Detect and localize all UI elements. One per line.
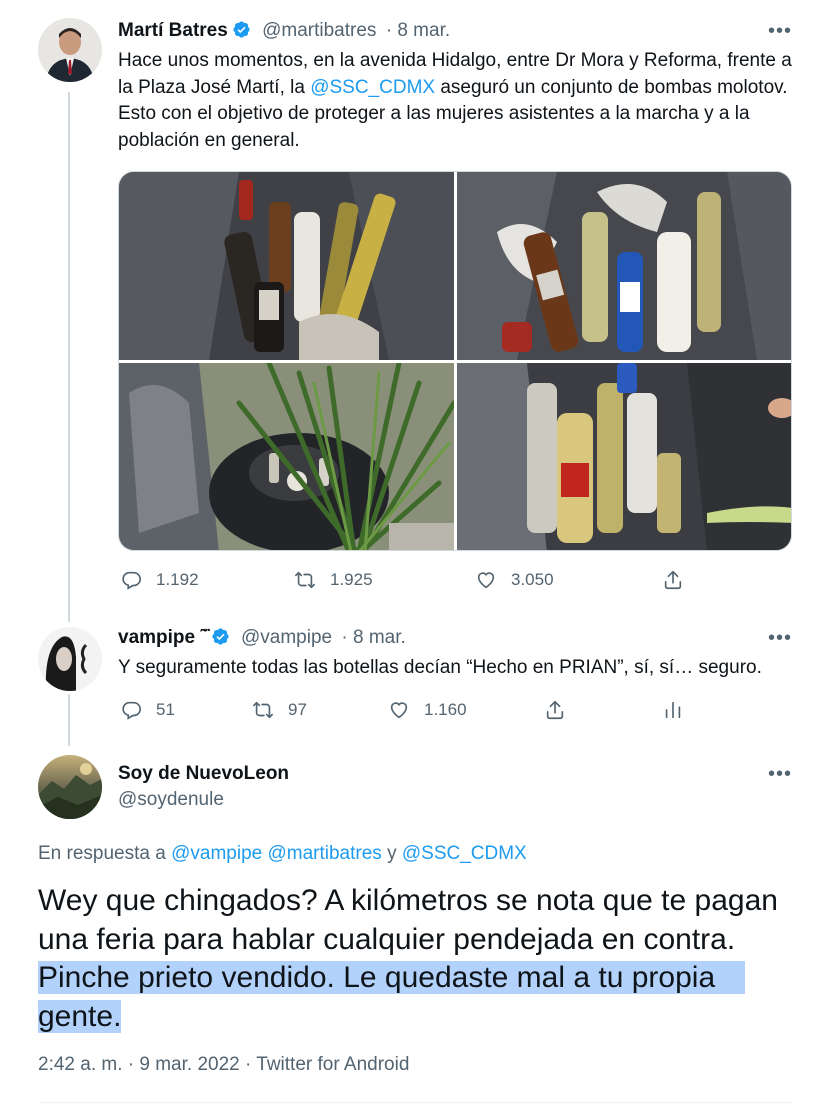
retweet-button[interactable]: 1.925 — [294, 569, 373, 591]
reply-icon — [122, 571, 141, 590]
media-photo-2[interactable] — [457, 172, 791, 360]
author-handle[interactable]: @soydenule — [118, 789, 224, 811]
author-name[interactable]: Martí Batres — [118, 20, 228, 41]
tweet-text-line: Wey que chingados? A kilómetros se nota … — [38, 884, 778, 917]
tweet-text: Y seguramente todas las botellas decían … — [118, 657, 762, 678]
share-icon — [546, 700, 564, 720]
focused-tweet-text: Wey que chingados? A kilómetros se nota … — [38, 882, 778, 1036]
like-count: 3.050 — [511, 570, 554, 589]
media-photo-4[interactable] — [457, 363, 791, 550]
media-photo-1[interactable] — [119, 172, 454, 360]
reply-prefix: En respuesta a — [38, 843, 172, 864]
reply-and: y — [381, 843, 402, 864]
share-button[interactable] — [544, 699, 566, 721]
heart-icon — [390, 702, 408, 719]
thread-line-2 — [68, 694, 70, 746]
share-button[interactable] — [662, 569, 684, 591]
tweet-text: Hace unos momentos, en la avenida Hidalg… — [118, 48, 798, 154]
mention-link[interactable]: @SSC_CDMX — [310, 77, 435, 98]
selected-text-line: Pinche prieto vendido. Le quedaste mal a… — [38, 961, 746, 994]
thread-line-1 — [68, 92, 70, 622]
tweet-date[interactable]: · 8 mar. — [341, 627, 405, 648]
share-icon — [664, 570, 682, 590]
author-name[interactable]: Soy de NuevoLeon — [118, 763, 289, 785]
reply-context: En respuesta a @vampipe @martibatres y @… — [38, 843, 527, 865]
like-button[interactable]: 1.160 — [388, 699, 467, 721]
reply-icon — [122, 701, 141, 720]
retweet-icon — [253, 701, 273, 719]
tweet-text-line: una feria para hablar cualquier pendejad… — [38, 922, 736, 956]
retweet-button[interactable]: 97 — [252, 699, 307, 721]
avatar[interactable] — [38, 18, 102, 82]
author-handle[interactable]: @martibatres — [262, 20, 376, 41]
retweet-count: 97 — [288, 700, 307, 719]
avatar-photo — [38, 627, 102, 691]
analytics-button[interactable] — [662, 699, 684, 721]
divider — [38, 1102, 792, 1103]
avatar[interactable] — [38, 755, 102, 819]
verified-badge-icon — [232, 20, 251, 39]
more-options-icon[interactable]: ••• — [768, 763, 792, 786]
selected-text-line: gente. — [38, 999, 122, 1033]
like-count: 1.160 — [424, 700, 467, 719]
more-options-icon[interactable]: ••• — [768, 627, 792, 650]
avatar-photo — [38, 18, 102, 82]
avatar-photo — [38, 755, 102, 819]
more-options-icon[interactable]: ••• — [768, 20, 792, 43]
tweet-date[interactable]: · 8 mar. — [386, 20, 450, 41]
verified-badge-icon — [211, 627, 230, 646]
analytics-icon — [665, 701, 681, 719]
reply-button[interactable]: 1.192 — [120, 569, 199, 591]
retweet-count: 1.925 — [330, 570, 373, 589]
tweet-meta[interactable]: 2:42 a. m. · 9 mar. 2022 · Twitter for A… — [38, 1054, 409, 1076]
author-name[interactable]: vampipe ˜̈ — [118, 627, 207, 648]
reply-count: 51 — [156, 700, 175, 719]
heart-icon — [477, 572, 495, 589]
reply-button[interactable]: 51 — [120, 699, 175, 721]
reply-mention-links[interactable]: @vampipe @martibatres — [171, 843, 382, 864]
reply-mention-link[interactable]: @SSC_CDMX — [402, 843, 527, 864]
media-photo-3[interactable] — [119, 363, 454, 550]
like-button[interactable]: 3.050 — [475, 569, 554, 591]
retweet-icon — [295, 571, 315, 589]
avatar[interactable] — [38, 627, 102, 691]
author-handle[interactable]: @vampipe — [241, 627, 332, 648]
media-grid[interactable] — [118, 171, 792, 551]
reply-count: 1.192 — [156, 570, 199, 589]
